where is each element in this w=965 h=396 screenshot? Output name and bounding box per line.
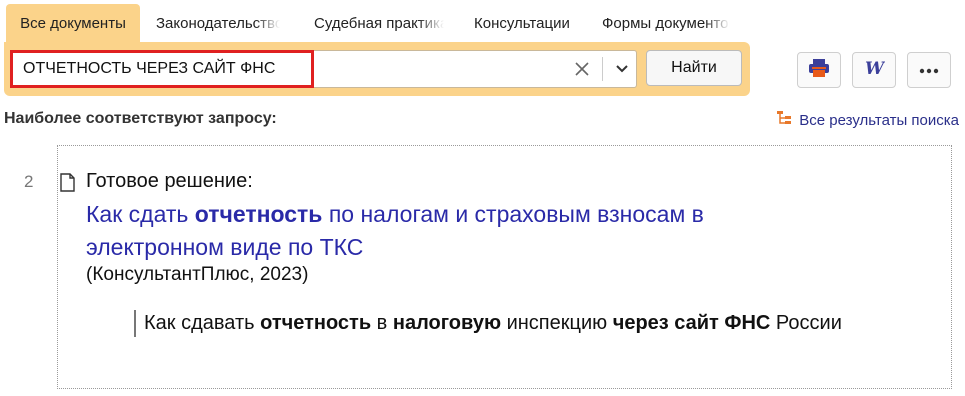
clear-icon[interactable] xyxy=(567,51,597,87)
export-word-button[interactable]: W xyxy=(852,52,896,88)
more-icon xyxy=(919,61,939,79)
search-bar: ОТЧЕТНОСТЬ ЧЕРЕЗ САЙТ ФНС Найти xyxy=(4,42,750,96)
search-separator xyxy=(602,57,603,81)
tab-legislation[interactable]: Законодательство xyxy=(156,4,280,44)
results-heading: Наиболее соответствуют запросу: xyxy=(4,110,277,127)
tab-all-documents[interactable]: Все документы xyxy=(6,4,140,46)
tab-consultations[interactable]: Консультации xyxy=(474,4,584,44)
chevron-down-icon[interactable] xyxy=(607,51,637,87)
document-title-link[interactable]: Как сдать отчетность по налогам и страхо… xyxy=(86,198,806,264)
result-number: 2 xyxy=(24,172,34,191)
word-export-icon: W xyxy=(863,59,886,82)
svg-text:W: W xyxy=(865,59,885,77)
more-button[interactable] xyxy=(907,52,951,88)
tab-bar: Все документы Законодательство Судебная … xyxy=(0,0,750,46)
search-query-text[interactable]: ОТЧЕТНОСТЬ ЧЕРЕЗ САЙТ ФНС xyxy=(23,51,275,87)
document-source: (КонсультантПлюс, 2023) xyxy=(86,264,309,285)
document-icon xyxy=(60,173,75,197)
result-snippet[interactable]: Как сдавать отчетность в налоговую инспе… xyxy=(134,310,904,337)
search-input[interactable]: ОТЧЕТНОСТЬ ЧЕРЕЗ САЙТ ФНС xyxy=(10,50,637,88)
document-type: Готовое решение: xyxy=(86,170,253,192)
all-results-label[interactable]: Все результаты поиска xyxy=(799,112,959,129)
tab-court-practice[interactable]: Судебная практика xyxy=(314,4,444,44)
print-button[interactable] xyxy=(797,52,841,88)
printer-icon xyxy=(808,58,830,83)
tab-document-forms[interactable]: Формы документов xyxy=(602,4,730,44)
all-results-link[interactable]: Все результаты поиска xyxy=(777,110,959,130)
tree-icon xyxy=(777,110,792,130)
find-button[interactable]: Найти xyxy=(646,50,742,86)
